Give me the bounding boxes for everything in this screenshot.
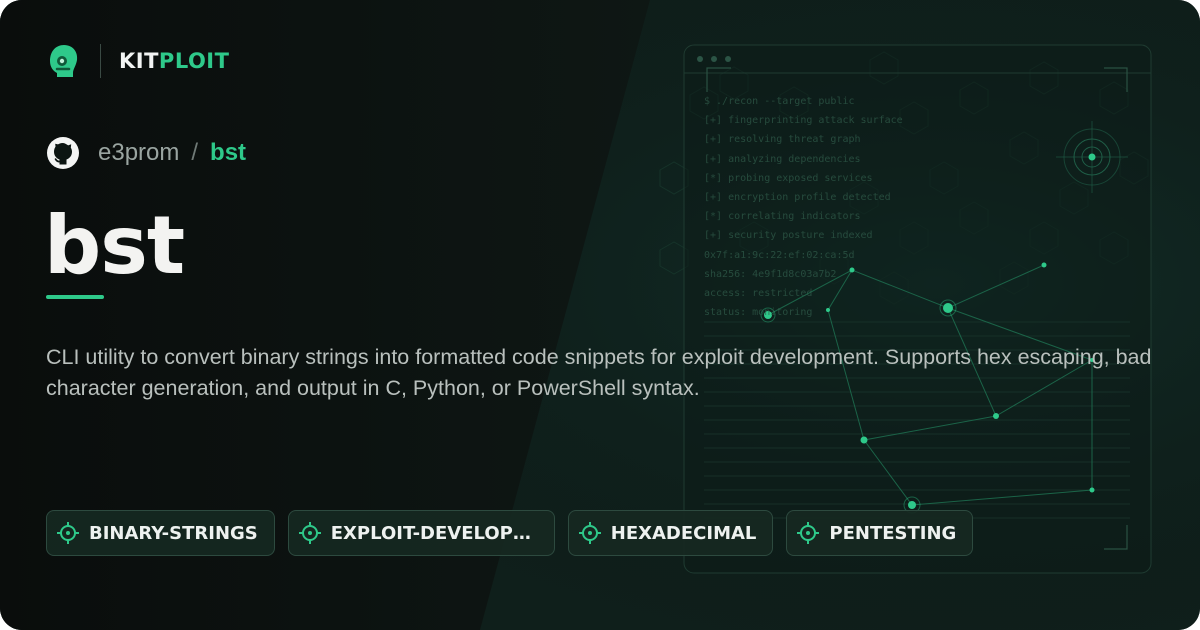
- page-title: bst: [44, 199, 185, 292]
- kitploit-logo-icon: [50, 45, 78, 77]
- tag-exploit-development[interactable]: EXPLOIT-DEVELOPMENT: [287, 510, 555, 556]
- tag-label: HEXADECIMAL: [610, 522, 757, 544]
- target-icon: [298, 522, 321, 544]
- brand-divider: [100, 44, 101, 78]
- description: CLI utility to convert binary strings in…: [46, 345, 1152, 400]
- github-icon: [47, 137, 79, 169]
- terminal-line: 0x7f:a1:9c:22:ef:02:ca:5d: [704, 249, 855, 261]
- tag-binary-strings[interactable]: BINARY-STRINGS: [46, 510, 275, 556]
- tag-label: EXPLOIT-DEVELOPMENT: [330, 522, 538, 544]
- terminal-line: [+] fingerprinting attack surface: [704, 115, 903, 127]
- terminal-line: [+] resolving threat graph: [704, 134, 861, 146]
- tag-pentesting[interactable]: PENTESTING: [786, 510, 974, 556]
- repo-owner[interactable]: e3prom: [98, 139, 179, 167]
- preview-card: $ ./recon --target public [+] fingerprin…: [0, 0, 1200, 630]
- target-icon: [57, 522, 79, 544]
- terminal-line: [+] security posture indexed: [704, 230, 873, 242]
- terminal-line: $ ./recon --target public: [704, 96, 855, 107]
- terminal-line: status: monitoring: [704, 307, 813, 319]
- terminal-line: [*] probing exposed services: [704, 172, 873, 184]
- terminal-line: [+] analyzing dependencies: [704, 153, 861, 165]
- tag-label: BINARY-STRINGS: [89, 522, 258, 544]
- terminal-log: $ ./recon --target public [+] fingerprin…: [704, 92, 903, 322]
- brand-name-part2: PLOIT: [158, 49, 230, 73]
- terminal-line: [+] encryption profile detected: [704, 192, 891, 204]
- title-underline: [46, 295, 104, 299]
- target-icon: [797, 522, 820, 544]
- repo-breadcrumb: e3prom / bst: [46, 134, 246, 172]
- terminal-line: [*] correlating indicators: [704, 211, 861, 223]
- tag-hexadecimal[interactable]: HEXADECIMAL: [567, 510, 774, 556]
- brand-header[interactable]: KITPLOIT: [46, 42, 229, 80]
- tag-label: PENTESTING: [829, 522, 957, 544]
- brand-name-part1: KIT: [119, 49, 159, 73]
- tag-list: BINARY-STRINGS EXPLOIT-DEVELOPMENT HEXAD…: [46, 510, 986, 558]
- brand-name: KITPLOIT: [119, 49, 229, 73]
- repo-name[interactable]: bst: [210, 139, 246, 167]
- terminal-line: access: restricted: [704, 288, 813, 300]
- repo-separator: /: [191, 139, 199, 166]
- terminal-line: sha256: 4e9f1d8c03a7b2: [704, 268, 837, 280]
- target-icon: [578, 522, 601, 544]
